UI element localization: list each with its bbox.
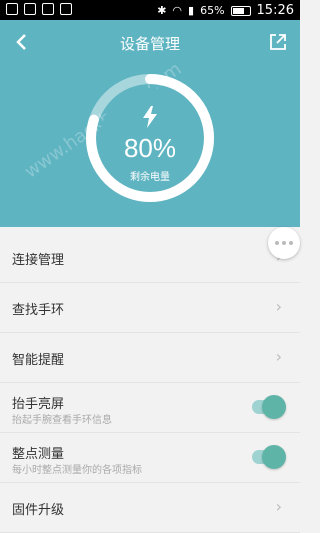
battery-percent: 65% xyxy=(200,4,225,17)
list-item-find-band[interactable]: 查找手环 › xyxy=(0,283,300,333)
list-item-label: 整点测量 xyxy=(12,447,65,462)
header: www.hackhome.com 设备管理 80% 剩余电量 xyxy=(0,20,300,227)
lightning-icon xyxy=(143,106,157,128)
list-item-label: 固件升级 xyxy=(12,503,65,518)
list-item-label: 智能提醒 xyxy=(12,353,65,368)
list-item-connection[interactable]: 连接管理 › xyxy=(0,233,300,283)
notification-icon xyxy=(24,3,36,15)
signal-icon: ▮ xyxy=(188,4,195,17)
page-title: 设备管理 xyxy=(119,35,180,53)
list-item-subtitle: 每小时整点测量你的各项指标 xyxy=(12,465,142,476)
list-item-smart-reminder[interactable]: 智能提醒 › xyxy=(0,333,300,383)
top-bar: 设备管理 xyxy=(0,20,300,64)
bluetooth-icon: ✱ xyxy=(157,4,167,17)
cloud-icon xyxy=(6,3,18,15)
battery-percent-text: 80% xyxy=(123,133,177,163)
status-right-icons: ✱ ◠ ▮ 65% 15:26 xyxy=(157,3,294,18)
chevron-right-icon: › xyxy=(275,347,282,366)
raise-to-wake-toggle[interactable] xyxy=(252,395,286,419)
share-icon xyxy=(270,34,286,50)
hourly-measure-toggle[interactable] xyxy=(252,445,286,469)
status-time: 15:26 xyxy=(256,3,294,18)
list-item-label: 抬手亮屏 xyxy=(12,397,65,412)
download-icon xyxy=(60,3,72,15)
list-item-label: 连接管理 xyxy=(12,253,65,268)
battery-ring: 80% 剩余电量 xyxy=(85,73,215,203)
chevron-right-icon: › xyxy=(275,497,282,516)
list-item-raise-to-wake: 抬手亮屏 抬起手腕查看手环信息 xyxy=(0,383,300,433)
battery-label: 剩余电量 xyxy=(130,172,170,183)
list-item-firmware-upgrade[interactable]: 固件升级 › xyxy=(0,483,300,533)
list-item-hourly-measure: 整点测量 每小时整点测量你的各项指标 xyxy=(0,433,300,483)
battery-icon xyxy=(230,5,251,16)
toggle-knob xyxy=(262,395,286,419)
more-button[interactable] xyxy=(268,227,300,259)
list-item-subtitle: 抬起手腕查看手环信息 xyxy=(12,415,112,426)
list-item-label: 查找手环 xyxy=(12,303,65,318)
settings-list: 连接管理 › 查找手环 › 智能提醒 › 抬手亮屏 抬起手腕查看手环信息 整点测… xyxy=(0,233,300,533)
status-left-icons xyxy=(6,3,72,15)
status-bar: ✱ ◠ ▮ 65% 15:26 xyxy=(0,0,300,20)
share-button[interactable] xyxy=(268,32,288,52)
wifi-icon: ◠ xyxy=(172,4,183,17)
image-icon xyxy=(42,3,54,15)
toggle-knob xyxy=(262,445,286,469)
chevron-right-icon: › xyxy=(275,297,282,316)
more-dots-icon xyxy=(275,241,293,245)
